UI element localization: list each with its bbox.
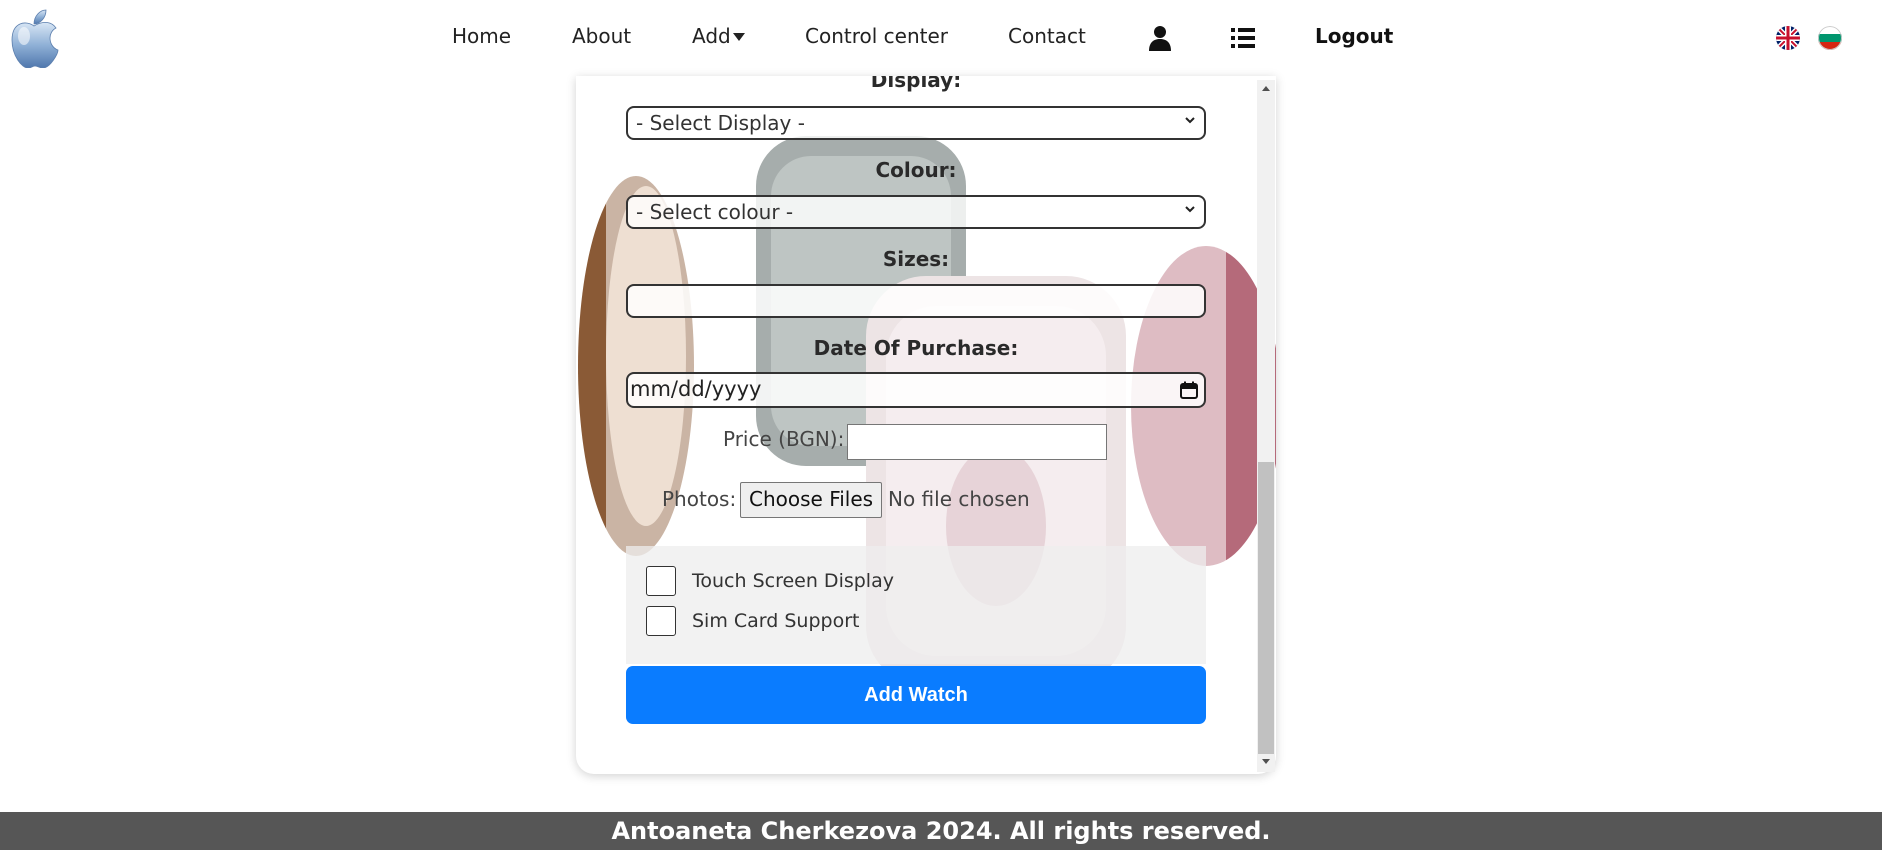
calendar-icon[interactable] [1180, 381, 1198, 399]
display-label: Display: [870, 76, 962, 92]
nav-add-label: Add [692, 24, 731, 48]
touch-screen-checkbox[interactable] [646, 566, 676, 596]
footer-copyright: Antoaneta Cherkezova 2024. All rights re… [611, 817, 1271, 845]
colour-label: Colour: [875, 158, 957, 182]
sim-card-checkbox[interactable] [646, 606, 676, 636]
sim-card-label: Sim Card Support [692, 610, 860, 632]
chevron-down-icon [1185, 117, 1195, 124]
sizes-input[interactable] [626, 284, 1206, 318]
options-panel [626, 546, 1206, 664]
date-placeholder: mm/dd/yyyy [630, 377, 762, 401]
scroll-down-arrow-icon[interactable] [1261, 756, 1271, 766]
choose-files-button[interactable]: Choose Files [740, 482, 883, 518]
touch-screen-label: Touch Screen Display [692, 570, 894, 592]
price-input[interactable] [847, 424, 1107, 460]
caret-down-icon [732, 33, 745, 41]
form-scrollbar-thumb[interactable] [1258, 462, 1274, 754]
date-of-purchase-label: Date Of Purchase: [813, 336, 1019, 360]
colour-select-value: - Select colour - [636, 200, 794, 224]
uk-flag-icon[interactable] [1776, 26, 1800, 50]
nav-about-link[interactable]: About [572, 24, 631, 48]
nav-control-center-link[interactable]: Control center [805, 24, 948, 48]
display-select[interactable]: - Select Display - [626, 106, 1206, 140]
sizes-label: Sizes: [882, 247, 950, 271]
add-watch-form-card: Display: - Select Display - Colour: - Se… [576, 76, 1276, 774]
colour-select[interactable]: - Select colour - [626, 195, 1206, 229]
user-icon[interactable] [1146, 24, 1174, 52]
chevron-down-icon [1185, 206, 1195, 213]
nav-add-dropdown[interactable]: Add [692, 24, 745, 48]
price-label: Price (BGN): [723, 427, 845, 451]
nav-home-link[interactable]: Home [452, 24, 511, 48]
date-of-purchase-input[interactable]: mm/dd/yyyy [626, 372, 1206, 408]
top-navbar: Home About Add Control center Contact Lo… [0, 0, 1882, 76]
scroll-up-arrow-icon[interactable] [1261, 84, 1271, 94]
bulgaria-flag-icon[interactable] [1818, 26, 1842, 50]
photos-label: Photos: [662, 487, 737, 511]
nav-logout-link[interactable]: Logout [1315, 24, 1393, 48]
display-select-value: - Select Display - [636, 111, 805, 135]
file-status-text: No file chosen [888, 487, 1030, 511]
footer: Antoaneta Cherkezova 2024. All rights re… [0, 812, 1882, 850]
list-icon[interactable] [1229, 24, 1257, 52]
nav-contact-link[interactable]: Contact [1008, 24, 1086, 48]
add-watch-button[interactable]: Add Watch [626, 666, 1206, 724]
nav-links: Home About Add Control center Contact Lo… [0, 0, 1882, 76]
